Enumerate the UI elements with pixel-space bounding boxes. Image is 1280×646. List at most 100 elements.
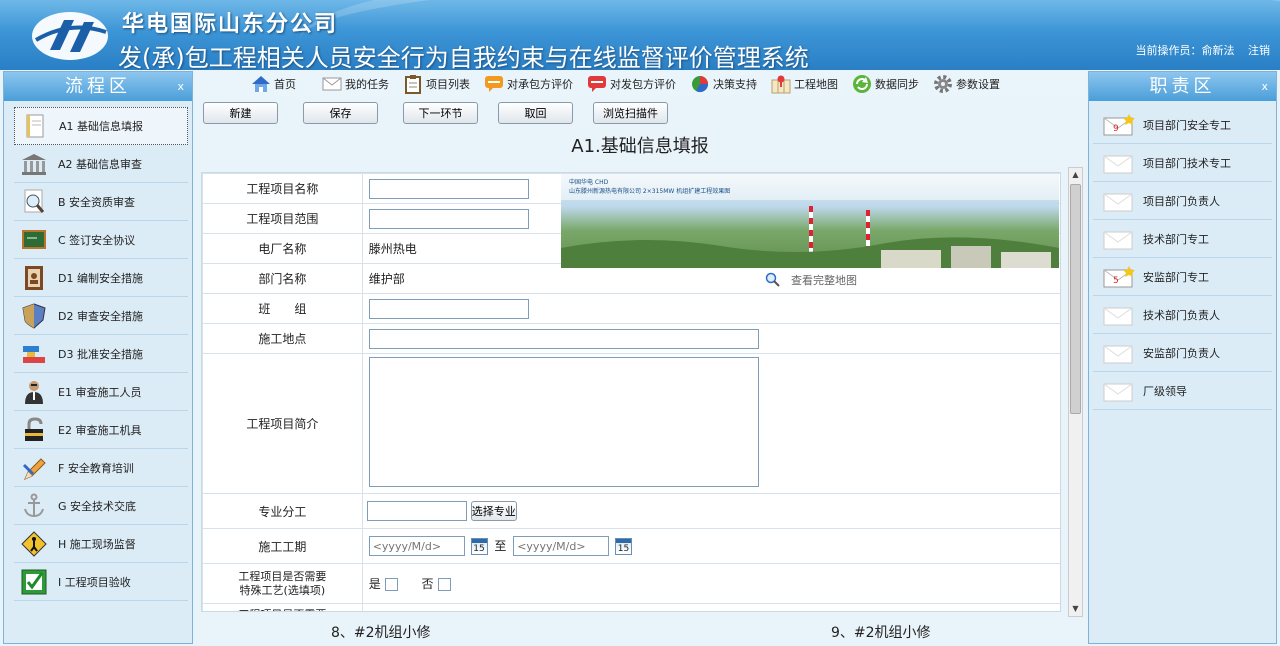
new-button[interactable]: 新建: [203, 102, 278, 124]
footer-ticker: 8、#2机组小修 9、#2机组小修: [195, 620, 1085, 644]
flow-panel-close-button[interactable]: x: [177, 72, 184, 101]
flow-item-e1[interactable]: E1 审查施工人员: [14, 373, 188, 411]
duty-badge-count: 5: [1113, 276, 1119, 286]
intro-textarea[interactable]: [368, 357, 759, 487]
form-row: 工程项目是否需要 特殊工艺(选填项) 是 否: [202, 563, 1060, 604]
chat-red-icon: [587, 74, 607, 94]
flow-item-d3[interactable]: D3 批准安全措施: [14, 335, 188, 373]
scroll-thumb[interactable]: [1070, 184, 1081, 414]
save-button[interactable]: 保存: [303, 102, 378, 124]
shield-icon: [20, 302, 48, 330]
duty-item[interactable]: 9 项目部门安全专工: [1093, 106, 1272, 144]
flow-item-d2[interactable]: D2 审查安全措施: [14, 297, 188, 335]
start-date-input[interactable]: [368, 536, 465, 556]
calendar-icon[interactable]: 15: [470, 537, 488, 555]
flow-item-label: D1 编制安全措施: [58, 271, 143, 285]
duty-item[interactable]: 5 安监部门专工: [1093, 258, 1272, 296]
person-icon: [20, 378, 48, 406]
view-full-map-link[interactable]: 查看完整地图: [765, 272, 857, 288]
flow-item-c[interactable]: C 签订安全协议: [14, 221, 188, 259]
duty-item-label: 厂级领导: [1143, 384, 1187, 398]
flow-item-a2[interactable]: A2 基础信息审查: [14, 145, 188, 183]
project-scope-input[interactable]: [368, 208, 529, 229]
flow-item-f[interactable]: F 安全教育培训: [14, 449, 188, 487]
duty-item[interactable]: 项目部门负责人: [1093, 182, 1272, 220]
toolbar-label: 决策支持: [713, 78, 757, 91]
footer-item[interactable]: 8、#2机组小修: [331, 622, 431, 642]
form-cell: [361, 323, 1060, 354]
operator-name: 俞新法: [1201, 44, 1235, 57]
special-process-label-line: 特殊工艺(选填项): [239, 583, 326, 597]
flow-item-h[interactable]: H 施工现场监督: [14, 525, 188, 563]
mail-icon: [1103, 345, 1133, 363]
flow-panel-title: 流程区: [65, 76, 131, 97]
calendar-icon[interactable]: 15: [615, 537, 633, 555]
project-name-input[interactable]: [368, 178, 529, 199]
toolbar-decision-support[interactable]: 决策支持: [690, 74, 757, 94]
duty-item[interactable]: 技术部门专工: [1093, 220, 1272, 258]
landscape-shape: [561, 237, 1059, 268]
flow-item-label: A1 基础信息填报: [59, 120, 144, 133]
next-step-button[interactable]: 下一环节: [403, 102, 478, 124]
select-specialty-button[interactable]: 选择专业: [470, 500, 517, 521]
toolbar-data-sync[interactable]: 数据同步: [852, 74, 919, 94]
flow-item-i[interactable]: I 工程项目验收: [14, 563, 188, 601]
toolbar-my-tasks[interactable]: 我的任务: [322, 74, 389, 94]
duty-item[interactable]: 技术部门负责人: [1093, 296, 1272, 334]
toolbar-label: 参数设置: [956, 78, 1000, 91]
flow-panel-header: 流程区 x: [4, 72, 192, 101]
plant-label: 电厂名称: [202, 233, 363, 264]
flow-item-label: E2 审查施工机具: [58, 423, 142, 437]
mail-badge-icon: 5: [1103, 265, 1135, 287]
duty-item[interactable]: 厂级领导: [1093, 372, 1272, 410]
duty-item-label: 项目部门技术专工: [1143, 156, 1231, 170]
toolbar-project-list[interactable]: 项目列表: [403, 74, 470, 94]
logout-link[interactable]: 注销: [1248, 44, 1270, 57]
no-checkbox[interactable]: [437, 578, 451, 591]
flow-item-label: E1 审查施工人员: [58, 385, 142, 399]
form-cell: [361, 603, 1060, 611]
flow-item-b[interactable]: B 安全资质审查: [14, 183, 188, 221]
toolbar-project-map[interactable]: 工程地图: [771, 74, 838, 94]
toolbar-evaluate-contractor[interactable]: 对承包方评价: [484, 74, 573, 94]
map-icon: [771, 74, 791, 94]
checkbox-icon: [20, 568, 48, 596]
action-bar: 新建 保存 下一环节 取回 浏览扫描件: [203, 102, 693, 124]
scroll-down-icon[interactable]: ▼: [1069, 602, 1082, 616]
team-input[interactable]: [368, 298, 529, 319]
browse-scans-button[interactable]: 浏览扫描件: [593, 102, 668, 124]
duty-panel-close-button[interactable]: x: [1261, 72, 1268, 101]
toolbar-evaluate-client[interactable]: 对发包方评价: [587, 74, 676, 94]
retrieve-button[interactable]: 取回: [498, 102, 573, 124]
mail-icon: [1103, 193, 1133, 211]
duty-item[interactable]: 安监部门负责人: [1093, 334, 1272, 372]
toolbar-home[interactable]: 首页: [251, 74, 296, 94]
photo-caption: 中国华电 CHD: [569, 179, 609, 186]
footer-item[interactable]: 9、#2机组小修: [831, 622, 931, 642]
scroll-up-icon[interactable]: ▲: [1069, 168, 1082, 182]
flow-item-g[interactable]: G 安全技术交底: [14, 487, 188, 525]
location-input[interactable]: [368, 328, 759, 349]
flow-item-e2[interactable]: E2 审查施工机具: [14, 411, 188, 449]
duty-item-label: 技术部门负责人: [1143, 308, 1220, 322]
pencil-icon: [20, 454, 48, 482]
form-cell: 是 否: [361, 563, 1060, 604]
flow-item-a1[interactable]: A1 基础信息填报: [14, 107, 188, 145]
chat-orange-icon: [484, 74, 504, 94]
company-name: 华电国际山东分公司: [122, 12, 339, 37]
flow-item-label: A2 基础信息审查: [58, 157, 143, 171]
date-separator: 至: [494, 538, 507, 553]
toolbar-label: 数据同步: [875, 78, 919, 91]
toolbar-settings[interactable]: 参数设置: [933, 74, 1000, 94]
duty-item[interactable]: 项目部门技术专工: [1093, 144, 1272, 182]
form-row: 班 组: [202, 293, 1060, 324]
specialty-input[interactable]: [366, 501, 467, 522]
form-scrollbar[interactable]: ▲ ▼: [1068, 167, 1083, 617]
flow-item-d1[interactable]: D1 编制安全措施: [14, 259, 188, 297]
operator-label: 当前操作员：: [1135, 44, 1202, 57]
yes-label: 是: [368, 577, 381, 591]
end-date-input[interactable]: [513, 536, 610, 556]
mail-icon: [1103, 231, 1133, 249]
yes-checkbox[interactable]: [384, 578, 398, 591]
mail-icon: [1103, 307, 1133, 325]
